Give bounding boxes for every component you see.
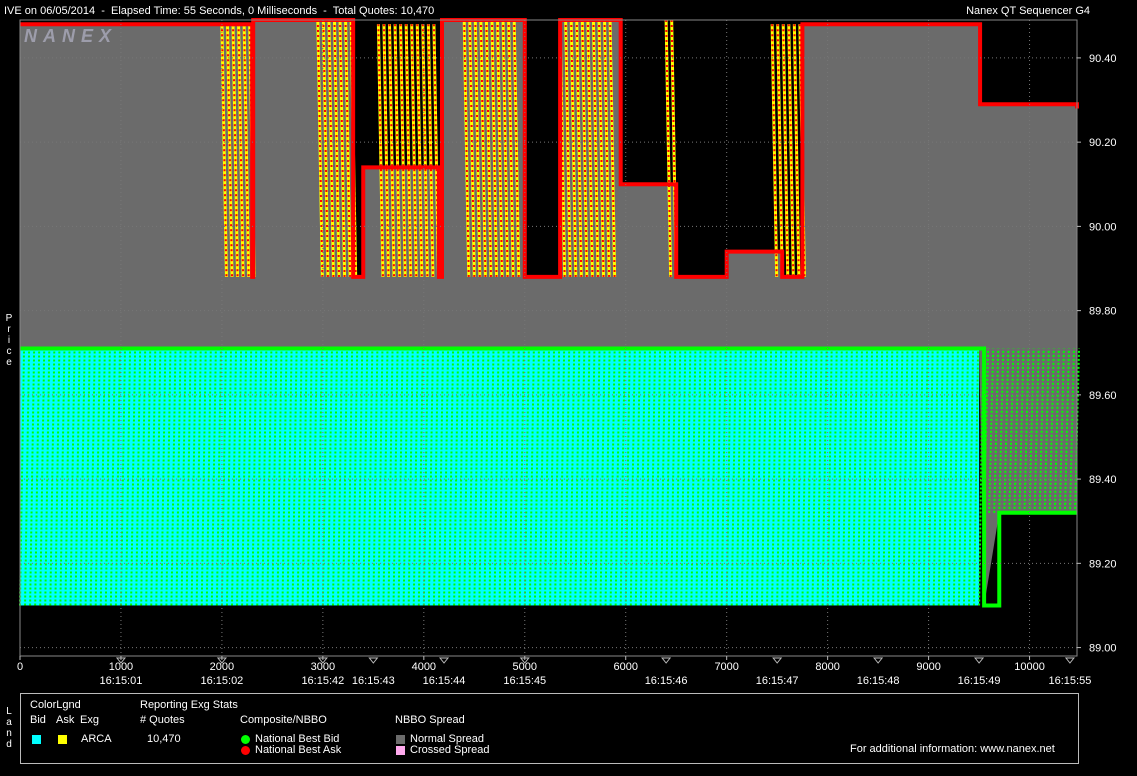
x-tick-label: 10000 [1014, 661, 1045, 673]
time-label: 16:15:01 [100, 675, 143, 687]
exchange-name: ARCA [81, 733, 112, 745]
ask-swatch [58, 735, 67, 744]
time-marker-icon [661, 657, 672, 664]
y-tick-label: 89.00 [1089, 643, 1117, 655]
stats-title: Reporting Exg Stats [140, 699, 238, 711]
time-marker-icon [1064, 657, 1075, 664]
nanex-watermark: NANEX [24, 26, 118, 46]
time-marker-icon [438, 657, 450, 664]
y-tick-label: 89.60 [1089, 390, 1117, 402]
x-tick-label: 0 [17, 661, 23, 673]
time-label: 16:15:42 [301, 675, 344, 687]
info-link[interactable]: For additional information: www.nanex.ne… [850, 743, 1055, 755]
x-tick-label: 4000 [412, 661, 436, 673]
time-marker-icon [368, 657, 379, 664]
x-tick-label: 7000 [714, 661, 738, 673]
y-tick-label: 89.80 [1089, 306, 1117, 318]
legend-side-label: L a n d [6, 706, 12, 750]
crossed-spread-swatch [396, 746, 405, 755]
time-label: 16:15:49 [958, 675, 1001, 687]
nbb-dot-icon [241, 735, 250, 744]
time-label: 16:15:45 [503, 675, 546, 687]
y-tick-label: 89.20 [1089, 558, 1117, 570]
time-label: 16:15:47 [756, 675, 799, 687]
spread-title: NBBO Spread [395, 714, 465, 726]
time-label: 16:15:46 [645, 675, 688, 687]
x-tick-label: 8000 [815, 661, 839, 673]
stats-quote-count: 10,470 [147, 733, 181, 745]
y-tick-label: 90.00 [1089, 221, 1117, 233]
y-tick-label: 90.40 [1089, 53, 1117, 65]
x-tick-label: 9000 [916, 661, 940, 673]
time-label: 16:15:48 [857, 675, 900, 687]
legend-col-ask: Ask [56, 714, 75, 726]
legend-col-bid: Bid [30, 714, 46, 726]
time-label: 16:15:44 [423, 675, 466, 687]
y-tick-label: 89.40 [1089, 474, 1117, 486]
y-axis: 89.00 89.20 89.40 89.60 89.80 90.00 90.20 90.40 [1077, 53, 1117, 655]
bid-swatch [32, 735, 41, 744]
time-marker-icon [873, 657, 884, 664]
time-label: 16:15:02 [200, 675, 243, 687]
price-chart: 89.00 89.20 89.40 89.60 89.80 90.00 90.20 90.40… [17, 18, 1117, 687]
price-axis-label: P r i c e [5, 313, 13, 368]
time-marker-icon [772, 657, 783, 664]
colorlgnd-title: ColorLgnd [30, 699, 81, 711]
nbo-dot-icon [241, 746, 250, 755]
time-label: 16:15:55 [1049, 675, 1092, 687]
x-tick-label: 6000 [613, 661, 637, 673]
nbo-label: National Best Ask [255, 744, 342, 756]
stats-col-quotes: # Quotes [140, 714, 185, 726]
composite-title: Composite/NBBO [240, 714, 327, 726]
normal-spread-swatch [396, 735, 405, 744]
crossed-spread-label: Crossed Spread [410, 744, 490, 756]
time-marker-icon [974, 657, 985, 664]
legend-panel: ColorLgnd Bid Ask Exg ARCA Reporting Exg… [20, 693, 1079, 764]
x-axis: 0 1000 2000 3000 4000 5000 6000 7000 8000 9000 100… [17, 656, 1091, 687]
y-tick-label: 90.20 [1089, 137, 1117, 149]
time-label: 16:15:43 [352, 675, 395, 687]
legend-col-exg: Exg [80, 714, 99, 726]
